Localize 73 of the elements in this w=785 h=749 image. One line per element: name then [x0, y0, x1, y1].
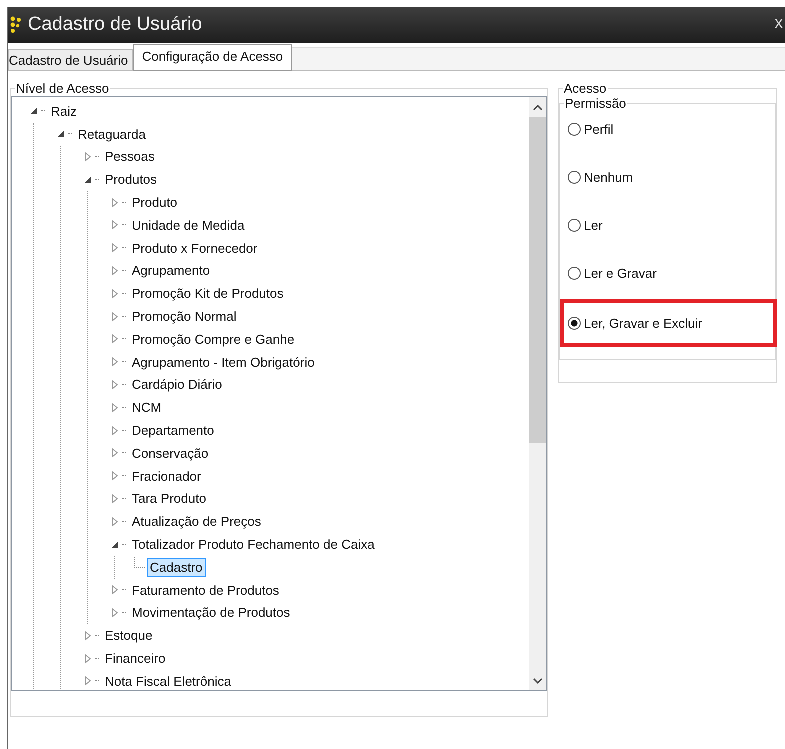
tree-item[interactable]: Cardápio Diário: [129, 375, 226, 394]
expand-triangle-icon[interactable]: [111, 357, 119, 368]
scroll-down-icon[interactable]: [532, 678, 542, 684]
radio-button[interactable]: [568, 219, 581, 232]
tree-item[interactable]: Atualização de Preços: [129, 512, 264, 532]
expand-triangle-icon[interactable]: [111, 516, 119, 527]
expand-triangle-icon[interactable]: [111, 243, 119, 254]
expand-triangle-icon[interactable]: [111, 380, 119, 390]
expand-triangle-icon[interactable]: [84, 654, 92, 664]
radio-label[interactable]: Nenhum: [584, 170, 634, 185]
tree-item[interactable]: Agrupamento - Item Obrigatório: [129, 352, 318, 372]
tree-item[interactable]: Financeiro: [102, 649, 169, 668]
tree-item[interactable]: Tara Produto: [129, 489, 210, 508]
expand-triangle-icon[interactable]: [111, 334, 119, 344]
tree-item[interactable]: Nota Fiscal Eletrônica: [102, 672, 234, 690]
app-logo-icon: [10, 16, 22, 34]
tree-item[interactable]: Faturamento de Produtos: [129, 580, 282, 600]
tree-item[interactable]: Produto: [129, 193, 181, 212]
tree-item[interactable]: Totalizador Produto Fechamento de Caixa: [129, 535, 378, 554]
tree-item[interactable]: Promoção Normal: [129, 307, 240, 326]
expand-triangle-icon[interactable]: [84, 152, 92, 162]
expand-triangle-icon[interactable]: [111, 494, 119, 504]
tree-item[interactable]: Conservação: [129, 444, 212, 463]
tree-item[interactable]: Cadastro: [147, 558, 206, 577]
expand-triangle-icon[interactable]: [111, 266, 119, 276]
collapse-triangle-icon[interactable]: [111, 540, 119, 550]
tree-item[interactable]: Unidade de Medida: [129, 216, 248, 235]
radio-label[interactable]: Ler: [584, 218, 603, 233]
tree-item[interactable]: Produtos: [102, 170, 160, 190]
collapse-triangle-icon[interactable]: [57, 129, 65, 140]
expand-triangle-icon[interactable]: [111, 288, 119, 299]
expand-triangle-icon[interactable]: [111, 585, 119, 596]
expand-triangle-icon[interactable]: [84, 676, 92, 686]
tree-item[interactable]: Promoção Compre e Ganhe: [129, 330, 298, 349]
tree-item[interactable]: Fracionador: [129, 466, 204, 486]
close-button[interactable]: x: [773, 15, 785, 33]
group-title: Nível de Acesso: [15, 81, 110, 96]
expand-triangle-icon[interactable]: [84, 630, 92, 641]
window-title: Cadastro de Usuário: [28, 14, 202, 36]
radio-button[interactable]: [568, 316, 581, 330]
group-title: Permissão: [564, 96, 628, 111]
radio-button[interactable]: [568, 123, 581, 136]
expand-triangle-icon[interactable]: [111, 448, 119, 458]
tree-item[interactable]: Agrupamento: [129, 261, 214, 280]
tree-item[interactable]: Pessoas: [102, 147, 158, 166]
collapse-triangle-icon[interactable]: [30, 106, 38, 116]
expand-triangle-icon[interactable]: [111, 471, 119, 482]
tree-item[interactable]: Raiz: [48, 102, 80, 121]
tab[interactable]: Cadastro de Usuário: [8, 49, 134, 71]
tree-item[interactable]: Produto x Fornecedor: [129, 238, 261, 258]
tree-item[interactable]: Estoque: [102, 626, 156, 646]
radio-button[interactable]: [568, 171, 581, 184]
tree-item[interactable]: Movimentação de Produtos: [129, 603, 294, 622]
collapse-triangle-icon[interactable]: [84, 174, 92, 185]
radio-label[interactable]: Ler e Gravar: [584, 266, 657, 281]
expand-triangle-icon[interactable]: [111, 608, 119, 618]
tree-item[interactable]: Retaguarda: [75, 124, 149, 144]
scroll-thumb[interactable]: [529, 117, 546, 443]
radio-label[interactable]: Perfil: [584, 122, 614, 137]
scroll-up-icon[interactable]: [532, 105, 542, 111]
tree-item[interactable]: Departamento: [129, 421, 218, 440]
scrollbar[interactable]: [529, 97, 546, 690]
expand-triangle-icon[interactable]: [111, 402, 119, 413]
expand-triangle-icon[interactable]: [111, 426, 119, 436]
expand-triangle-icon[interactable]: [111, 312, 119, 322]
radio-button[interactable]: [568, 267, 581, 280]
radio-label[interactable]: Ler, Gravar e Excluir: [584, 316, 702, 330]
tree-item[interactable]: NCM: [129, 398, 165, 418]
group-title: Acesso: [563, 81, 608, 96]
tab[interactable]: Configuração de Acesso: [133, 44, 292, 71]
expand-triangle-icon[interactable]: [111, 198, 119, 208]
tree-item[interactable]: Promoção Kit de Produtos: [129, 284, 287, 304]
expand-triangle-icon[interactable]: [111, 220, 119, 230]
